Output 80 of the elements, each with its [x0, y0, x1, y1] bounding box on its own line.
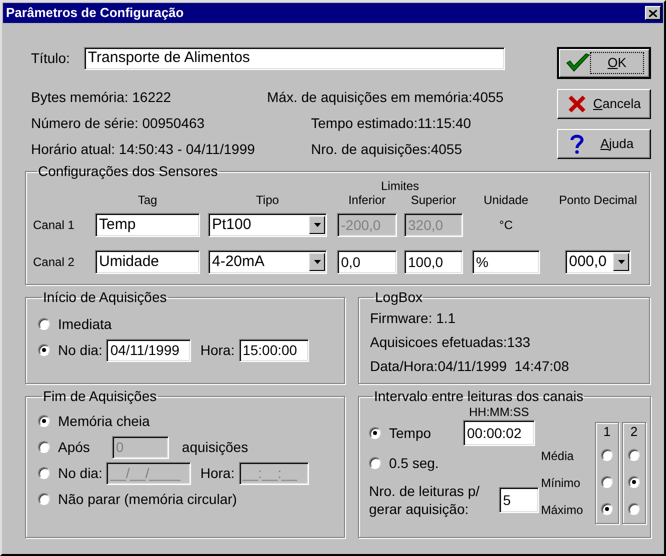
field-label: Título:: [31, 49, 70, 68]
radio-label: No dia:: [58, 340, 102, 360]
column-header: Ponto Decimal: [558, 193, 638, 207]
radio-button[interactable]: [38, 318, 50, 330]
radio-button[interactable]: [601, 476, 613, 488]
row-label: Mínimo: [541, 475, 582, 492]
info-text: Máx. de aquisições em memória:4055: [267, 88, 505, 107]
input-field[interactable]: 5: [499, 487, 539, 513]
info-text: Número de série: 00950463: [31, 114, 206, 133]
input-field[interactable]: Temp: [95, 213, 200, 237]
info-text: Horário atual: 14:50:43 - 04/11/1999: [31, 140, 256, 159]
dropdown[interactable]: 000,0: [565, 250, 631, 274]
radio-button[interactable]: [38, 344, 50, 356]
radio-button[interactable]: [628, 449, 640, 461]
radio-button[interactable]: [38, 415, 50, 427]
radio-label: Não parar (memória circular): [58, 490, 237, 509]
radio-label: Imediata: [58, 314, 112, 334]
radio-label: Tempo: [389, 424, 432, 443]
check-icon: [566, 53, 590, 73]
question-icon: [570, 134, 584, 154]
info-text: Data/Hora:04/11/1999 14:47:08: [370, 357, 570, 376]
radio-button[interactable]: [628, 503, 640, 515]
radio-label: No dia:: [58, 464, 102, 482]
dropdown[interactable]: Pt100: [208, 213, 327, 237]
field-label: Hora:: [200, 464, 235, 482]
input-field[interactable]: Transporte de Alimentos: [84, 47, 505, 70]
field-label: Nro. de leituras p/ gerar aquisição:: [369, 482, 480, 518]
input-field[interactable]: 04/11/1999: [106, 338, 192, 362]
row-label: Canal 2: [33, 254, 76, 271]
dialog-button[interactable]: Ajuda: [557, 129, 651, 159]
input-field[interactable]: %: [472, 250, 540, 274]
dialog-button[interactable]: Cancela: [557, 89, 651, 119]
unit-label: °C: [499, 217, 513, 234]
input-field[interactable]: Umidade: [95, 250, 200, 274]
window-title: Parâmetros de Configuração: [6, 4, 184, 22]
group-title: Intervalo entre leituras dos canais: [373, 388, 584, 404]
info-text: Firmware: 1.1: [370, 309, 457, 328]
radio-label: Memória cheia: [58, 412, 150, 430]
close-button[interactable]: [645, 6, 661, 20]
group-title: Fim de Aquisições: [42, 388, 158, 404]
radio-button[interactable]: [38, 493, 50, 505]
info-text: Aquisicoes efetuadas:133: [370, 333, 532, 352]
input-field[interactable]: 00:00:02: [463, 420, 535, 446]
column-header: Superior: [410, 193, 456, 207]
column-header: 1: [603, 425, 611, 439]
group-title: LogBox: [374, 289, 424, 305]
column-header: Inferior: [348, 193, 386, 207]
column-header: 2: [630, 425, 638, 439]
dropdown-arrow-icon: [314, 223, 320, 227]
input-field[interactable]: 15:00:00: [238, 338, 309, 362]
radio-label: 0.5 seg.: [389, 454, 440, 473]
info-text: Nro. de aquisições:4055: [311, 140, 463, 159]
input-field[interactable]: 100,0: [404, 250, 463, 274]
dropdown[interactable]: 4-20mA: [208, 250, 327, 274]
group-title: Configurações dos Sensores: [37, 163, 219, 179]
field-label: HH:MM:SS: [469, 404, 529, 420]
column-header: Tag: [138, 193, 158, 207]
field-label: Hora:: [200, 340, 235, 360]
radio-label: Após: [58, 438, 90, 457]
close-icon: [649, 10, 657, 16]
column-header: Unidade: [484, 193, 528, 207]
radio-button[interactable]: [601, 503, 613, 515]
info-text: Tempo estimado:11:15:40: [311, 114, 472, 133]
dropdown-arrow-icon: [314, 260, 320, 264]
radio-button[interactable]: [628, 476, 640, 488]
group-title: Início de Aquisições: [42, 289, 168, 305]
info-text: Bytes memória: 16222: [31, 88, 172, 107]
radio-button[interactable]: [601, 449, 613, 461]
dialog-button[interactable]: OK: [557, 47, 651, 79]
column-header: Tipo: [256, 193, 279, 207]
dropdown-arrow-icon: [618, 260, 624, 264]
field-label: aquisições: [182, 438, 248, 457]
radio-button[interactable]: [369, 457, 381, 469]
row-label: Canal 1: [33, 217, 76, 234]
radio-button[interactable]: [369, 427, 381, 439]
row-label: Máximo: [541, 502, 584, 519]
x-icon: [568, 95, 586, 113]
row-label: Média: [541, 448, 575, 465]
column-header: Limites: [380, 179, 419, 193]
input-field[interactable]: 0,0: [337, 250, 397, 274]
